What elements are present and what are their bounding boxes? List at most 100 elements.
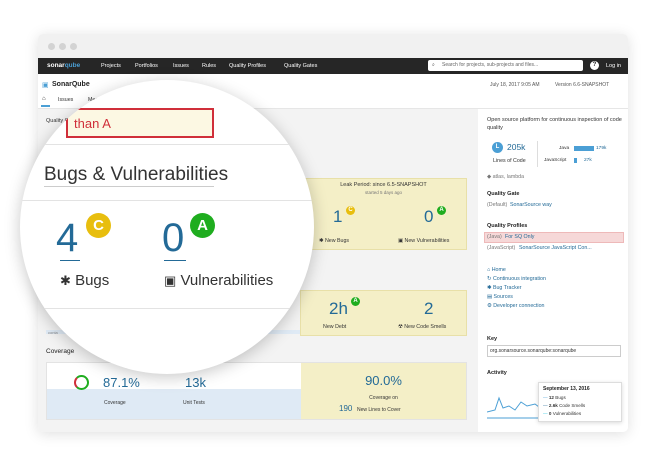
unit-tests-label: Unit Tests bbox=[183, 400, 205, 406]
quality-gate-header: Quality Gate bbox=[487, 191, 520, 197]
lines-of-code-badge: L bbox=[492, 142, 503, 153]
duplications-strip-label: conta bbox=[48, 330, 58, 335]
vulnerabilities-rating-badge: A bbox=[190, 213, 215, 238]
new-vulnerabilities-value[interactable]: 0 bbox=[424, 207, 433, 227]
bugs-value[interactable]: 4 bbox=[56, 216, 78, 261]
link-bug-tracker[interactable]: ✱ Bug Tracker bbox=[487, 285, 522, 291]
nav-issues[interactable]: Issues bbox=[173, 63, 189, 69]
nav-portfolios[interactable]: Portfolios bbox=[135, 63, 158, 69]
refresh-icon: ↻ bbox=[487, 276, 492, 282]
lines-of-code-label: Lines of Code bbox=[493, 158, 526, 164]
leak-period-maintainability-card: 2h A New Debt 2 ☢ New Code Smells bbox=[300, 290, 467, 336]
lock-icon: ▣ bbox=[398, 238, 404, 244]
vulnerabilities-value[interactable]: 0 bbox=[162, 216, 184, 261]
quality-profile-java-link[interactable]: For SQ Only bbox=[505, 234, 534, 240]
bug-tracker-icon: ✱ bbox=[487, 285, 492, 291]
new-code-smells-value[interactable]: 2 bbox=[424, 299, 433, 319]
search-input[interactable]: ⌕ Search for projects, sub-projects and … bbox=[428, 60, 583, 71]
bugs-value-underline bbox=[60, 260, 80, 261]
coverage-value[interactable]: 87.1% bbox=[103, 375, 140, 390]
nav-quality-profiles[interactable]: Quality Profiles bbox=[229, 63, 266, 69]
loc-divider bbox=[537, 141, 538, 167]
java-share-bar bbox=[574, 146, 594, 151]
activity-tooltip: September 13, 2016 — 12 Bugs — 2.6k Code… bbox=[538, 382, 622, 422]
project-description: Open source platform for continuous insp… bbox=[487, 117, 622, 131]
new-bugs-label: ✱ New Bugs bbox=[319, 238, 350, 244]
language-java: Java bbox=[559, 146, 570, 151]
new-debt-rating-badge: A bbox=[351, 297, 360, 306]
bugs-label: ✱ Bugs bbox=[60, 272, 110, 289]
quality-gate-condition-text: than A bbox=[74, 116, 111, 131]
active-tab-indicator bbox=[41, 105, 50, 107]
tooltip-smells-row: — 2.6k Code Smells bbox=[543, 403, 586, 408]
lens-divider-bottom bbox=[20, 308, 314, 309]
new-bugs-rating-badge: C bbox=[346, 206, 355, 215]
login-link[interactable]: Log in bbox=[606, 63, 621, 69]
language-javascript: JavaScript bbox=[544, 158, 567, 163]
new-bugs-value[interactable]: 1 bbox=[333, 207, 342, 227]
search-icon: ⌕ bbox=[432, 62, 435, 68]
tooltip-vulnerabilities-row: — 0 Vulnerabilities bbox=[543, 411, 582, 416]
window-minimize-dot[interactable] bbox=[59, 43, 66, 50]
new-vulnerabilities-label: ▣ New Vulnerabilities bbox=[398, 238, 450, 244]
bug-icon: ✱ bbox=[60, 273, 71, 288]
top-navigation: sonarqube Projects Portfolios Issues Rul… bbox=[38, 58, 628, 74]
unit-tests-value[interactable]: 13k bbox=[185, 375, 206, 390]
vulnerabilities-value-underline bbox=[164, 260, 186, 261]
new-debt-value[interactable]: 2h bbox=[329, 299, 348, 319]
project-name[interactable]: SonarQube bbox=[52, 81, 90, 88]
tab-issues[interactable]: Issues bbox=[58, 97, 73, 103]
sonarqube-logo[interactable]: sonarqube bbox=[47, 62, 80, 69]
new-code-smells-label: ☢ New Code Smells bbox=[398, 324, 447, 330]
coverage-donut bbox=[74, 375, 89, 390]
quality-profiles-header: Quality Profiles bbox=[487, 223, 528, 229]
quality-profile-java-lang: (Java) bbox=[487, 234, 502, 240]
coverage-history-area bbox=[47, 389, 301, 419]
gear-icon: ⚙ bbox=[487, 303, 492, 309]
title-bar bbox=[38, 34, 628, 59]
javascript-loc-value[interactable]: 27k bbox=[584, 158, 592, 163]
quality-profile-js-link[interactable]: SonarSource JavaScript Con... bbox=[519, 245, 592, 251]
quality-gate-default-label: (Default) bbox=[487, 202, 508, 208]
java-loc-value[interactable]: 179k bbox=[596, 146, 606, 151]
quality-gate-condition-box: than A bbox=[66, 108, 214, 138]
new-coverage-value[interactable]: 90.0% bbox=[301, 373, 466, 388]
analysis-date: July 18, 2017 9:05 AM bbox=[490, 82, 540, 88]
nav-quality-gates[interactable]: Quality Gates bbox=[284, 63, 317, 69]
window-close-dot[interactable] bbox=[48, 43, 55, 50]
coverage-label: Coverage bbox=[104, 400, 126, 406]
bug-icon: ✱ bbox=[319, 238, 324, 244]
project-icon: ▣ bbox=[42, 82, 49, 89]
project-tags[interactable]: ◆ atlas, lambda bbox=[487, 174, 524, 180]
javascript-share-bar bbox=[574, 158, 577, 163]
bugs-rating-badge: C bbox=[86, 213, 111, 238]
tag-icon: ◆ bbox=[487, 174, 492, 180]
new-lines-to-cover-value[interactable]: 190 bbox=[339, 404, 352, 413]
sources-icon: ▤ bbox=[487, 294, 493, 300]
coverage-card: 87.1% Coverage 13k Unit Tests 90.0% Cove… bbox=[46, 362, 467, 420]
window-maximize-dot[interactable] bbox=[70, 43, 77, 50]
new-debt-label: New Debt bbox=[323, 324, 347, 330]
new-lines-to-cover-label: New Lines to Cover bbox=[357, 407, 401, 413]
key-header: Key bbox=[487, 336, 498, 342]
project-key-field[interactable]: org.sonarsource.sonarqube:sonarqube bbox=[487, 345, 621, 357]
home-tab-icon[interactable]: ⌂ bbox=[42, 96, 46, 102]
new-vulnerabilities-rating-badge: A bbox=[437, 206, 446, 215]
nav-projects[interactable]: Projects bbox=[101, 63, 121, 69]
project-version: Version 6.6-SNAPSHOT bbox=[555, 82, 610, 88]
link-developer-connection[interactable]: ⚙ Developer connection bbox=[487, 303, 544, 309]
link-home[interactable]: ⌂ Home bbox=[487, 267, 506, 273]
activity-header: Activity bbox=[487, 370, 507, 376]
nav-rules[interactable]: Rules bbox=[202, 63, 216, 69]
search-placeholder: Search for projects, sub-projects and fi… bbox=[442, 62, 539, 68]
link-sources[interactable]: ▤ Sources bbox=[487, 294, 513, 300]
lens-divider-mid bbox=[20, 200, 314, 201]
coverage-header: Coverage bbox=[46, 348, 75, 355]
link-continuous-integration[interactable]: ↻ Continuous integration bbox=[487, 276, 546, 282]
lines-of-code-value[interactable]: 205k bbox=[507, 142, 525, 152]
quality-profile-js-lang: (JavaScript) bbox=[487, 245, 516, 251]
leak-period-subtitle: started 5 days ago bbox=[364, 190, 403, 195]
new-coverage-label: Coverage on bbox=[369, 395, 398, 401]
quality-gate-link[interactable]: SonarSource way bbox=[510, 202, 552, 208]
help-icon[interactable]: ? bbox=[590, 61, 599, 70]
